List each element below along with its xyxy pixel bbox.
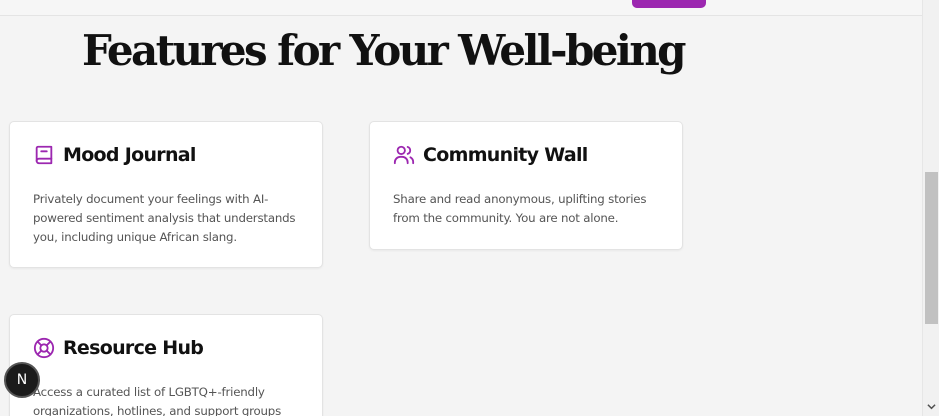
page-scrollbar[interactable]	[922, 0, 939, 416]
book-icon	[35, 145, 53, 165]
top-nav-bar	[0, 0, 922, 16]
card-title: Mood Journal	[63, 144, 196, 166]
card-description: Share and read anonymous, uplifting stor…	[393, 192, 647, 225]
card-header: Resource Hub	[33, 337, 204, 359]
users-icon	[393, 145, 415, 165]
feature-card-community-wall[interactable]: Community Wall Share and read anonymous,…	[369, 121, 683, 250]
lifebuoy-icon	[33, 337, 55, 359]
scrollbar-thumb[interactable]	[925, 172, 938, 324]
card-header: Community Wall	[393, 144, 588, 166]
card-header: Mood Journal	[33, 144, 196, 166]
section-heading: Features for Your Well-being	[82, 26, 687, 75]
scroll-down-arrow-icon[interactable]	[927, 402, 936, 411]
card-description: Privately document your feelings with AI…	[33, 192, 296, 244]
card-description: Access a curated list of LGBTQ+-friendly…	[33, 385, 282, 416]
feature-card-mood-journal[interactable]: Mood Journal Privately document your fee…	[9, 121, 323, 268]
card-title: Community Wall	[423, 144, 588, 166]
feature-card-resource-hub[interactable]: Resource Hub Access a curated list of LG…	[9, 314, 323, 416]
dev-tools-badge[interactable]: N	[4, 362, 40, 398]
card-title: Resource Hub	[63, 337, 204, 359]
nav-action-button[interactable]	[632, 0, 706, 8]
